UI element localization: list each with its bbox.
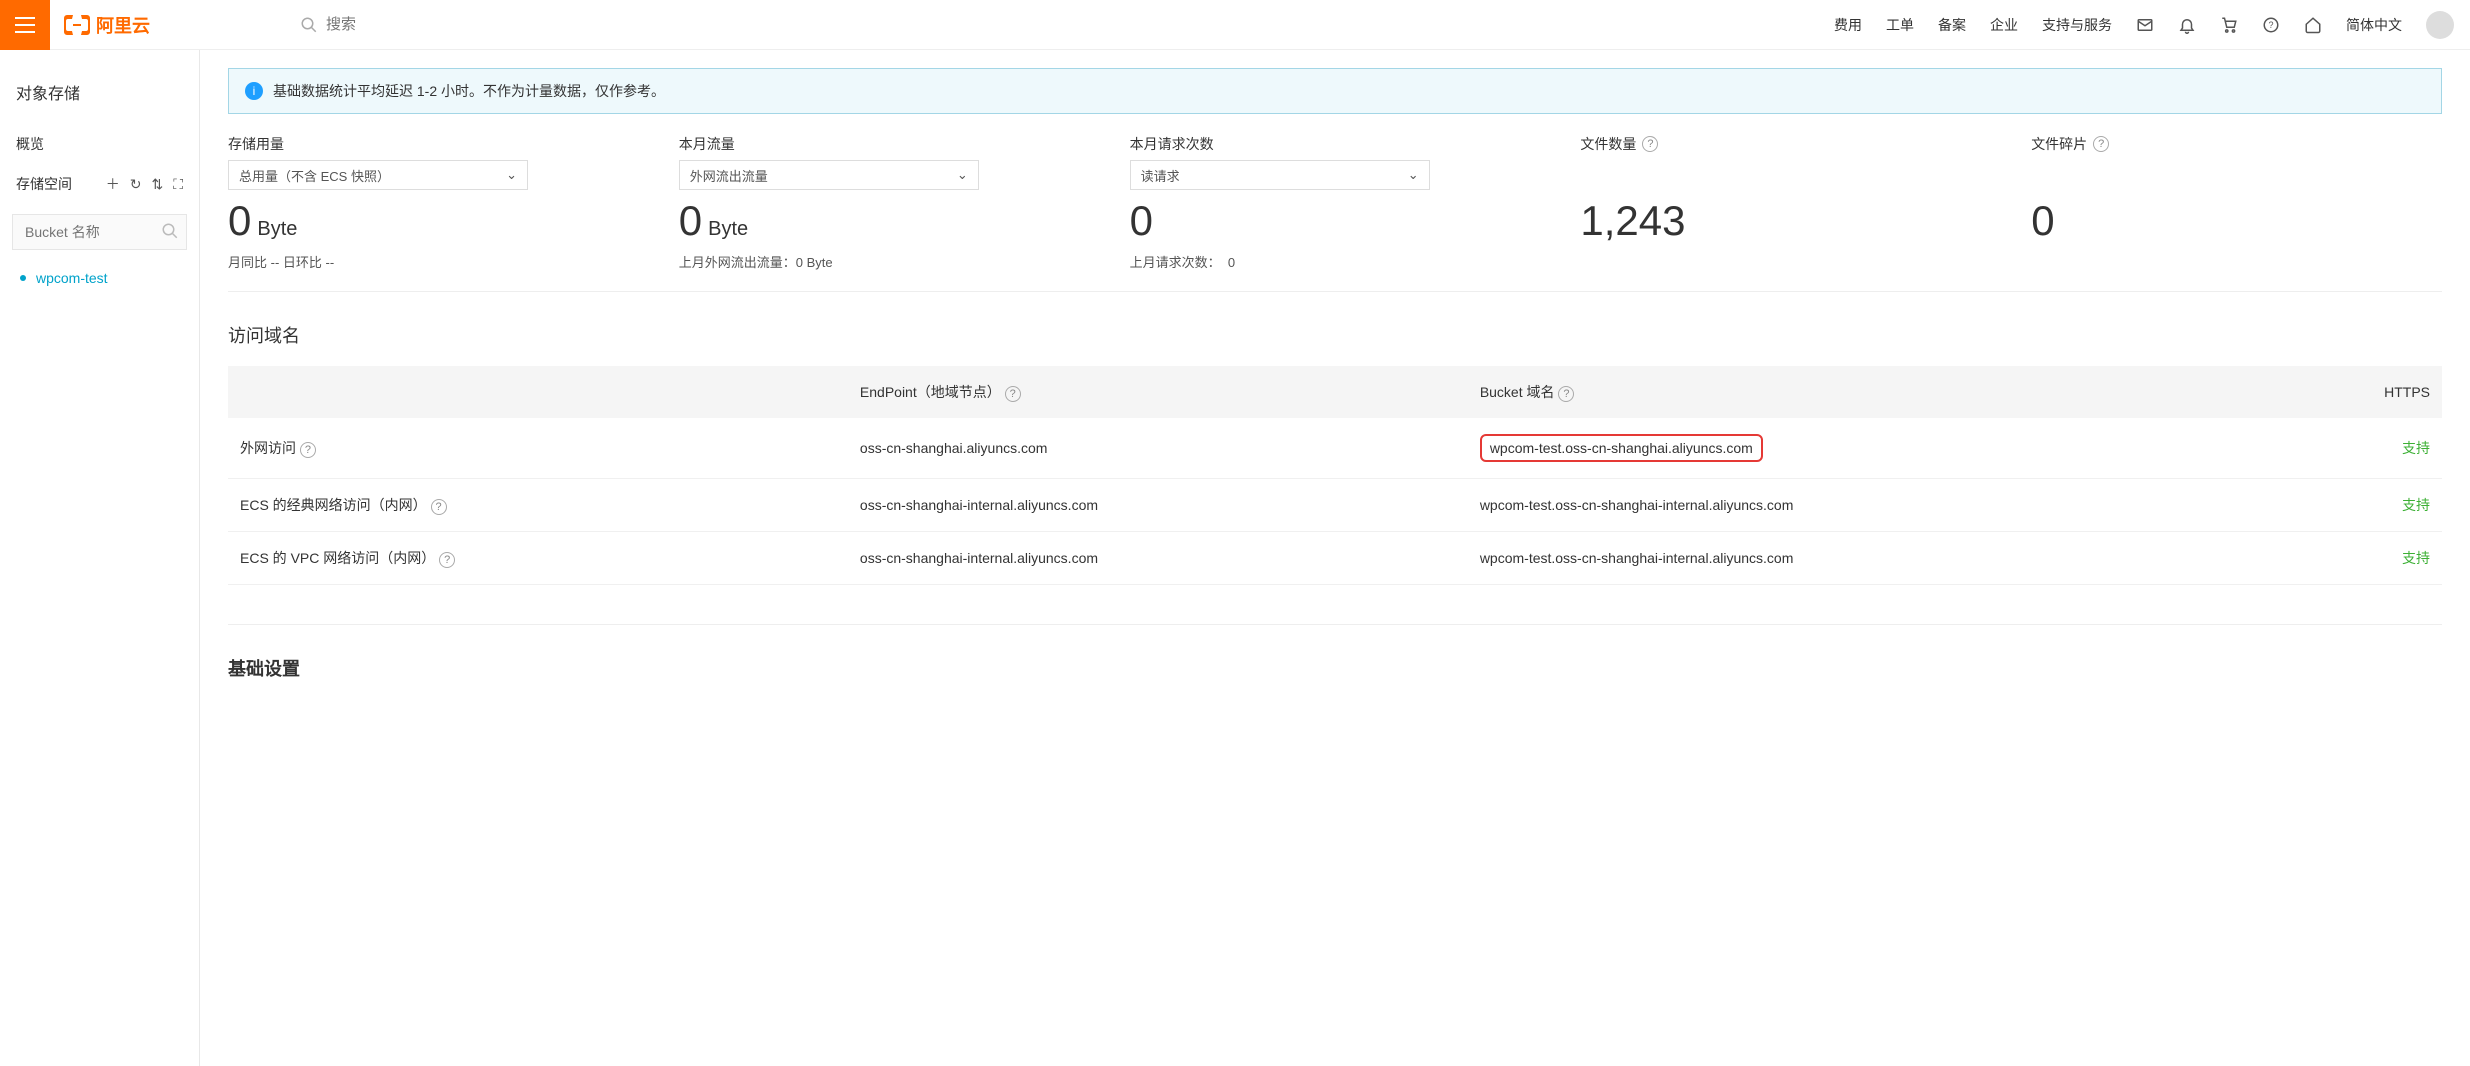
search-icon[interactable] xyxy=(161,222,179,245)
stat-traffic-sub: 上月外网流出流量：0 Byte xyxy=(679,252,1090,271)
help-icon[interactable]: ? xyxy=(439,552,455,568)
stat-traffic-value: 0Byte xyxy=(679,200,1090,242)
sidebar-storage-label: 存储空间 xyxy=(16,174,72,194)
stat-requests-label: 本月请求次数 xyxy=(1130,134,1541,154)
stats-row: 存储用量 总用量（不含 ECS 快照） ⌄ 0Byte 月同比 -- 日环比 -… xyxy=(228,134,2442,292)
row-endpoint: oss-cn-shanghai-internal.aliyuncs.com xyxy=(848,532,1468,585)
help-icon[interactable]: ? xyxy=(1642,136,1658,152)
bucket-search xyxy=(12,214,187,250)
stat-storage-label: 存储用量 xyxy=(228,134,639,154)
home-icon[interactable] xyxy=(2304,16,2322,34)
top-nav: 费用 工单 备案 企业 支持与服务 ? 简体中文 xyxy=(1834,11,2470,39)
stat-traffic: 本月流量 外网流出流量 ⌄ 0Byte 上月外网流出流量：0 Byte xyxy=(679,134,1090,271)
info-banner: i 基础数据统计平均延迟 1-2 小时。不作为计量数据，仅作参考。 xyxy=(228,68,2442,114)
chevron-down-icon: ⌄ xyxy=(506,167,517,183)
nav-enterprise[interactable]: 企业 xyxy=(1990,15,2018,35)
info-icon: i xyxy=(245,82,263,100)
topbar: 阿里云 费用 工单 备案 企业 支持与服务 ? 简体中文 xyxy=(0,0,2470,50)
stat-storage-select[interactable]: 总用量（不含 ECS 快照） ⌄ xyxy=(228,160,528,190)
sidebar-item-overview[interactable]: 概览 xyxy=(0,124,199,164)
bucket-domain-highlighted: wpcom-test.oss-cn-shanghai.aliyuncs.com xyxy=(1480,434,1763,462)
message-icon[interactable] xyxy=(2136,16,2154,34)
sort-icon[interactable]: ⇅ xyxy=(151,176,163,193)
chevron-down-icon: ⌄ xyxy=(1408,167,1419,183)
cart-icon[interactable] xyxy=(2220,16,2238,34)
stat-fragments-value: 0 xyxy=(2031,200,2442,242)
refresh-icon[interactable]: ↻ xyxy=(130,176,142,193)
stat-storage-sub: 月同比 -- 日环比 -- xyxy=(228,252,639,271)
language-selector[interactable]: 简体中文 xyxy=(2346,15,2402,35)
help-icon[interactable]: ? xyxy=(1005,386,1021,402)
main-content: i 基础数据统计平均延迟 1-2 小时。不作为计量数据，仅作参考。 存储用量 总… xyxy=(200,50,2470,1066)
stat-files-label: 文件数量? xyxy=(1580,134,1991,154)
stat-requests-select[interactable]: 读请求 ⌄ xyxy=(1130,160,1430,190)
help-icon[interactable]: ? xyxy=(2093,136,2109,152)
row-label: 外网访问 xyxy=(240,440,296,456)
stat-requests-sub: 上月请求次数： 0 xyxy=(1130,252,1541,271)
bucket-domain: wpcom-test.oss-cn-shanghai-internal.aliy… xyxy=(1480,550,1794,566)
table-row: ECS 的经典网络访问（内网） ? oss-cn-shanghai-intern… xyxy=(228,479,2442,532)
domain-table: EndPoint（地域节点） ? Bucket 域名 ? HTTPS 外网访问 … xyxy=(228,366,2442,585)
bell-icon[interactable] xyxy=(2178,16,2196,34)
sidebar-storage-space: 存储空间 ＋ ↻ ⇅ ⛶ xyxy=(0,164,199,204)
nav-icp[interactable]: 备案 xyxy=(1938,15,1966,35)
stat-requests: 本月请求次数 读请求 ⌄ 0 上月请求次数： 0 xyxy=(1130,134,1541,271)
alicloud-icon xyxy=(64,15,90,35)
chevron-down-icon: ⌄ xyxy=(957,167,968,183)
stat-storage-value: 0Byte xyxy=(228,200,639,242)
stat-storage: 存储用量 总用量（不含 ECS 快照） ⌄ 0Byte 月同比 -- 日环比 -… xyxy=(228,134,639,271)
expand-icon[interactable]: ⛶ xyxy=(173,176,183,193)
help-icon[interactable]: ? xyxy=(1558,386,1574,402)
add-bucket-icon[interactable]: ＋ xyxy=(106,174,120,194)
nav-ticket[interactable]: 工单 xyxy=(1886,15,1914,35)
table-header-row: EndPoint（地域节点） ? Bucket 域名 ? HTTPS xyxy=(228,366,2442,418)
row-https: 支持 xyxy=(2176,479,2442,532)
stat-fragments-label: 文件碎片? xyxy=(2031,134,2442,154)
global-search[interactable] xyxy=(300,16,526,34)
row-label: ECS 的 VPC 网络访问（内网） xyxy=(240,550,435,566)
info-banner-text: 基础数据统计平均延迟 1-2 小时。不作为计量数据，仅作参考。 xyxy=(273,81,665,101)
nav-support[interactable]: 支持与服务 xyxy=(2042,15,2112,35)
menu-toggle-button[interactable] xyxy=(0,0,50,50)
stat-traffic-select[interactable]: 外网流出流量 ⌄ xyxy=(679,160,979,190)
stat-files: 文件数量? 1,243 xyxy=(1580,134,1991,271)
domains-title: 访问域名 xyxy=(228,322,2442,348)
table-row: 外网访问 ? oss-cn-shanghai.aliyuncs.com wpco… xyxy=(228,418,2442,479)
logo-text: 阿里云 xyxy=(96,12,150,38)
logo[interactable]: 阿里云 xyxy=(64,12,150,38)
bucket-domain: wpcom-test.oss-cn-shanghai-internal.aliy… xyxy=(1480,497,1794,513)
bucket-name: wpcom-test xyxy=(36,270,108,286)
stat-traffic-label: 本月流量 xyxy=(679,134,1090,154)
status-dot-icon xyxy=(20,275,26,281)
stat-requests-value: 0 xyxy=(1130,200,1541,242)
row-endpoint: oss-cn-shanghai.aliyuncs.com xyxy=(848,418,1468,479)
row-https: 支持 xyxy=(2176,532,2442,585)
svg-text:?: ? xyxy=(2268,20,2273,30)
global-search-input[interactable] xyxy=(326,16,526,33)
stat-fragments: 文件碎片? 0 xyxy=(2031,134,2442,271)
table-row: ECS 的 VPC 网络访问（内网） ? oss-cn-shanghai-int… xyxy=(228,532,2442,585)
row-label: ECS 的经典网络访问（内网） xyxy=(240,497,427,513)
search-icon xyxy=(300,16,318,34)
avatar[interactable] xyxy=(2426,11,2454,39)
sidebar: 对象存储 概览 存储空间 ＋ ↻ ⇅ ⛶ wpcom-test xyxy=(0,50,200,1066)
help-icon[interactable]: ? xyxy=(300,442,316,458)
sidebar-service-title: 对象存储 xyxy=(0,70,199,124)
row-https: 支持 xyxy=(2176,418,2442,479)
stat-files-value: 1,243 xyxy=(1580,200,1991,242)
help-icon[interactable]: ? xyxy=(431,499,447,515)
col-https: HTTPS xyxy=(2176,366,2442,418)
col-endpoint: EndPoint（地域节点） xyxy=(860,384,1001,400)
basic-settings-title: 基础设置 xyxy=(228,655,2442,681)
col-bucket: Bucket 域名 xyxy=(1480,384,1555,400)
sidebar-bucket-item[interactable]: wpcom-test xyxy=(0,260,199,296)
row-endpoint: oss-cn-shanghai-internal.aliyuncs.com xyxy=(848,479,1468,532)
nav-billing[interactable]: 费用 xyxy=(1834,15,1862,35)
help-icon[interactable]: ? xyxy=(2262,16,2280,34)
